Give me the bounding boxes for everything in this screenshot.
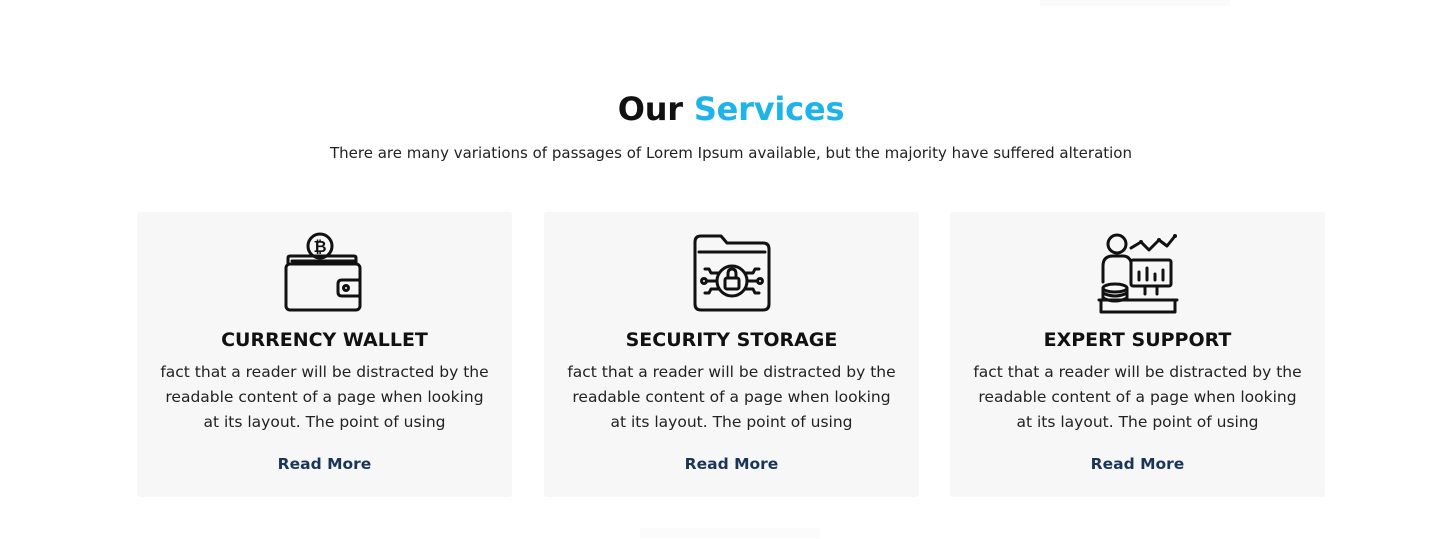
service-card-expert-support: EXPERT SUPPORT fact that a reader will b… xyxy=(950,212,1325,497)
secure-folder-lock-icon xyxy=(693,234,771,312)
section-subtitle: There are many variations of passages of… xyxy=(330,144,1132,162)
section-heading: Our Services xyxy=(0,88,1456,130)
card-description: fact that a reader will be distracted by… xyxy=(160,363,489,431)
heading-accent: Services xyxy=(693,90,845,128)
service-card-currency-wallet: ₿ CURRENCY WALLET fact that a reader wil… xyxy=(137,212,512,497)
read-more-link[interactable]: Read More xyxy=(950,453,1325,475)
faded-bottom-element xyxy=(640,528,820,538)
bitcoin-wallet-icon: ₿ xyxy=(284,232,362,312)
services-section: Our Services There are many variations o… xyxy=(0,0,1456,539)
svg-text:₿: ₿ xyxy=(313,237,326,256)
service-card-security-storage: SECURITY STORAGE fact that a reader will… xyxy=(544,212,919,497)
expert-analytics-support-icon xyxy=(1097,233,1179,314)
faded-top-element xyxy=(1040,0,1230,6)
read-more-link[interactable]: Read More xyxy=(544,453,919,475)
card-title: SECURITY STORAGE xyxy=(625,329,838,351)
card-description: fact that a reader will be distracted by… xyxy=(973,363,1302,431)
card-title: CURRENCY WALLET xyxy=(221,329,428,351)
card-description: fact that a reader will be distracted by… xyxy=(567,363,896,431)
read-more-link[interactable]: Read More xyxy=(137,453,512,475)
card-title: EXPERT SUPPORT xyxy=(1043,329,1232,351)
heading-plain: Our xyxy=(617,90,683,128)
